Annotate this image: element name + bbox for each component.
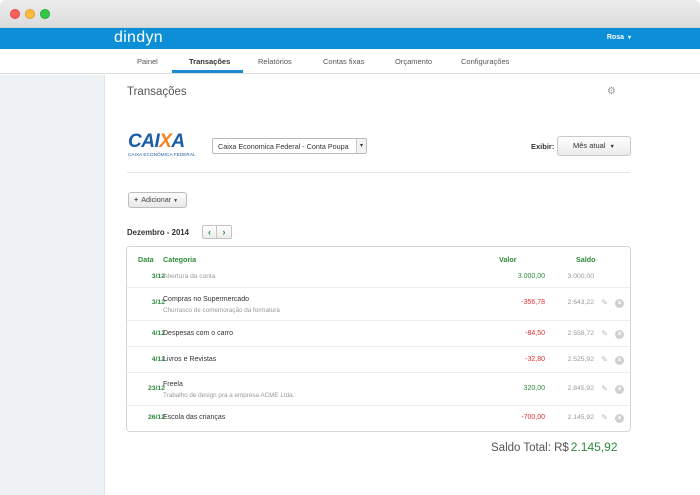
add-button[interactable]: + Adicionar ▼ xyxy=(128,192,187,208)
pencil-icon[interactable]: ✎ xyxy=(601,384,608,393)
chevron-down-icon: ▾ xyxy=(627,35,631,41)
divider xyxy=(127,172,630,173)
nav-item-contas-fixas[interactable]: Contas fixas xyxy=(323,57,364,66)
nav-item-painel[interactable]: Painel xyxy=(137,57,158,66)
row-value: -700,00 xyxy=(521,414,545,421)
period-label: Dezembro - 2014 xyxy=(127,228,189,237)
row-value: -356,78 xyxy=(521,299,545,306)
caret-down-icon: ▼ xyxy=(609,144,615,150)
bank-logo-wordmark: CAIXA xyxy=(128,131,185,152)
bank-logo: CAIXA CAIXA ECONÔMICA FEDERAL xyxy=(128,131,204,159)
nav-item-orcamento[interactable]: Orçamento xyxy=(395,57,432,66)
pencil-icon[interactable]: ✎ xyxy=(601,298,608,307)
row-date: 23/12 xyxy=(147,385,165,392)
row-note: Churrasco de comemoração da formatura xyxy=(163,307,280,314)
select-arrow-icon: ▾ xyxy=(356,139,366,153)
row-category: Despesas com o carro xyxy=(163,330,234,337)
row-note: Trabalho de design pra a empresa ACME Lt… xyxy=(163,392,295,399)
table-row[interactable]: 4/12 Livros e Revistas -32,80 2.525,92 ✎… xyxy=(127,346,630,372)
nav-item-relatorios[interactable]: Relatórios xyxy=(258,57,292,66)
row-category: Escola das crianças xyxy=(163,414,226,421)
account-select-value: Caixa Economica Federal - Conta Poupa xyxy=(218,142,349,151)
row-balance: 3.000,00 xyxy=(567,273,594,280)
pencil-icon[interactable]: ✎ xyxy=(601,355,608,364)
row-balance: 2.525,92 xyxy=(567,356,594,363)
account-select[interactable]: Caixa Economica Federal - Conta Poupa ▾ xyxy=(212,138,367,154)
row-category: Freela xyxy=(163,381,183,388)
add-button-label: Adicionar xyxy=(141,195,172,204)
row-date: 3/12 xyxy=(151,299,165,306)
row-balance: 2.845,92 xyxy=(567,385,594,392)
view-label: Exibir: xyxy=(531,142,555,151)
total-balance-currency: R$ xyxy=(554,442,569,454)
caret-down-icon: ▼ xyxy=(173,198,179,204)
row-value: 3.000,00 xyxy=(517,273,545,280)
column-header-date: Data xyxy=(138,255,154,264)
view-period-dropdown[interactable]: Mês atual ▼ xyxy=(557,136,631,156)
column-header-category: Categoria xyxy=(163,255,197,264)
sidebar xyxy=(0,75,105,495)
row-balance: 2.558,72 xyxy=(567,330,594,337)
zoom-window-button[interactable] xyxy=(40,9,50,19)
total-balance: Saldo Total: R$ 2.145,92 xyxy=(491,440,618,454)
row-category: Abertura da conta xyxy=(163,273,216,280)
column-header-value: Valor xyxy=(499,255,517,264)
next-month-button[interactable]: › xyxy=(217,225,232,239)
view-period-value: Mês atual xyxy=(573,141,606,150)
pencil-icon[interactable]: ✎ xyxy=(601,329,608,338)
app-header: dindyn Rosa ▾ xyxy=(0,28,700,49)
table-row[interactable]: 26/12 Escola das crianças -700,00 2.145,… xyxy=(127,405,630,431)
delete-icon[interactable]: × xyxy=(615,356,624,365)
previous-month-button[interactable]: ‹ xyxy=(202,225,217,239)
user-menu[interactable]: Rosa ▾ xyxy=(607,34,631,41)
total-balance-amount: 2.145,92 xyxy=(570,440,618,454)
gear-icon[interactable]: ⚙ xyxy=(607,86,616,97)
total-balance-label: Saldo Total: xyxy=(491,442,551,454)
row-value: -32,80 xyxy=(525,356,545,363)
column-header-balance: Saldo xyxy=(576,255,596,264)
row-date: 4/12 xyxy=(151,356,165,363)
user-name: Rosa xyxy=(606,34,624,41)
minimize-window-button[interactable] xyxy=(25,9,35,19)
row-balance: 2.145,92 xyxy=(567,414,594,421)
active-tab-indicator xyxy=(172,70,243,73)
row-date: 4/12 xyxy=(151,330,165,337)
page-title: Transações xyxy=(127,86,187,98)
main-nav: Painel Transações Relatórios Contas fixa… xyxy=(0,49,700,74)
table-row[interactable]: 3/12 Compras no Supermercado Churrasco d… xyxy=(127,287,630,320)
plus-icon: + xyxy=(134,195,139,204)
row-date: 26/12 xyxy=(147,414,165,421)
pencil-icon[interactable]: ✎ xyxy=(601,413,608,422)
delete-icon[interactable]: × xyxy=(615,299,624,308)
row-category: Compras no Supermercado xyxy=(163,296,249,303)
bank-logo-subtitle: CAIXA ECONÔMICA FEDERAL xyxy=(128,152,196,157)
delete-icon[interactable]: × xyxy=(615,414,624,423)
row-balance: 2.643,22 xyxy=(567,299,594,306)
window-titlebar xyxy=(0,0,700,28)
delete-icon[interactable]: × xyxy=(615,330,624,339)
nav-item-configuracoes[interactable]: Configurações xyxy=(461,57,509,66)
row-date: 3/12 xyxy=(151,273,165,280)
row-value: -84,50 xyxy=(525,330,545,337)
delete-icon[interactable]: × xyxy=(615,385,624,394)
transactions-table: Data Categoria Valor Saldo 3/12 Abertura… xyxy=(126,246,631,432)
table-row[interactable]: 3/12 Abertura da conta 3.000,00 3.000,00 xyxy=(127,267,630,287)
row-category: Livros e Revistas xyxy=(163,356,217,363)
close-window-button[interactable] xyxy=(10,9,20,19)
table-row[interactable]: 23/12 Freela Trabalho de design pra a em… xyxy=(127,372,630,405)
table-row[interactable]: 4/12 Despesas com o carro -84,50 2.558,7… xyxy=(127,320,630,346)
row-value: 320,00 xyxy=(523,385,545,392)
app-logo[interactable]: dindyn xyxy=(114,29,163,47)
nav-item-transacoes[interactable]: Transações xyxy=(189,57,230,66)
